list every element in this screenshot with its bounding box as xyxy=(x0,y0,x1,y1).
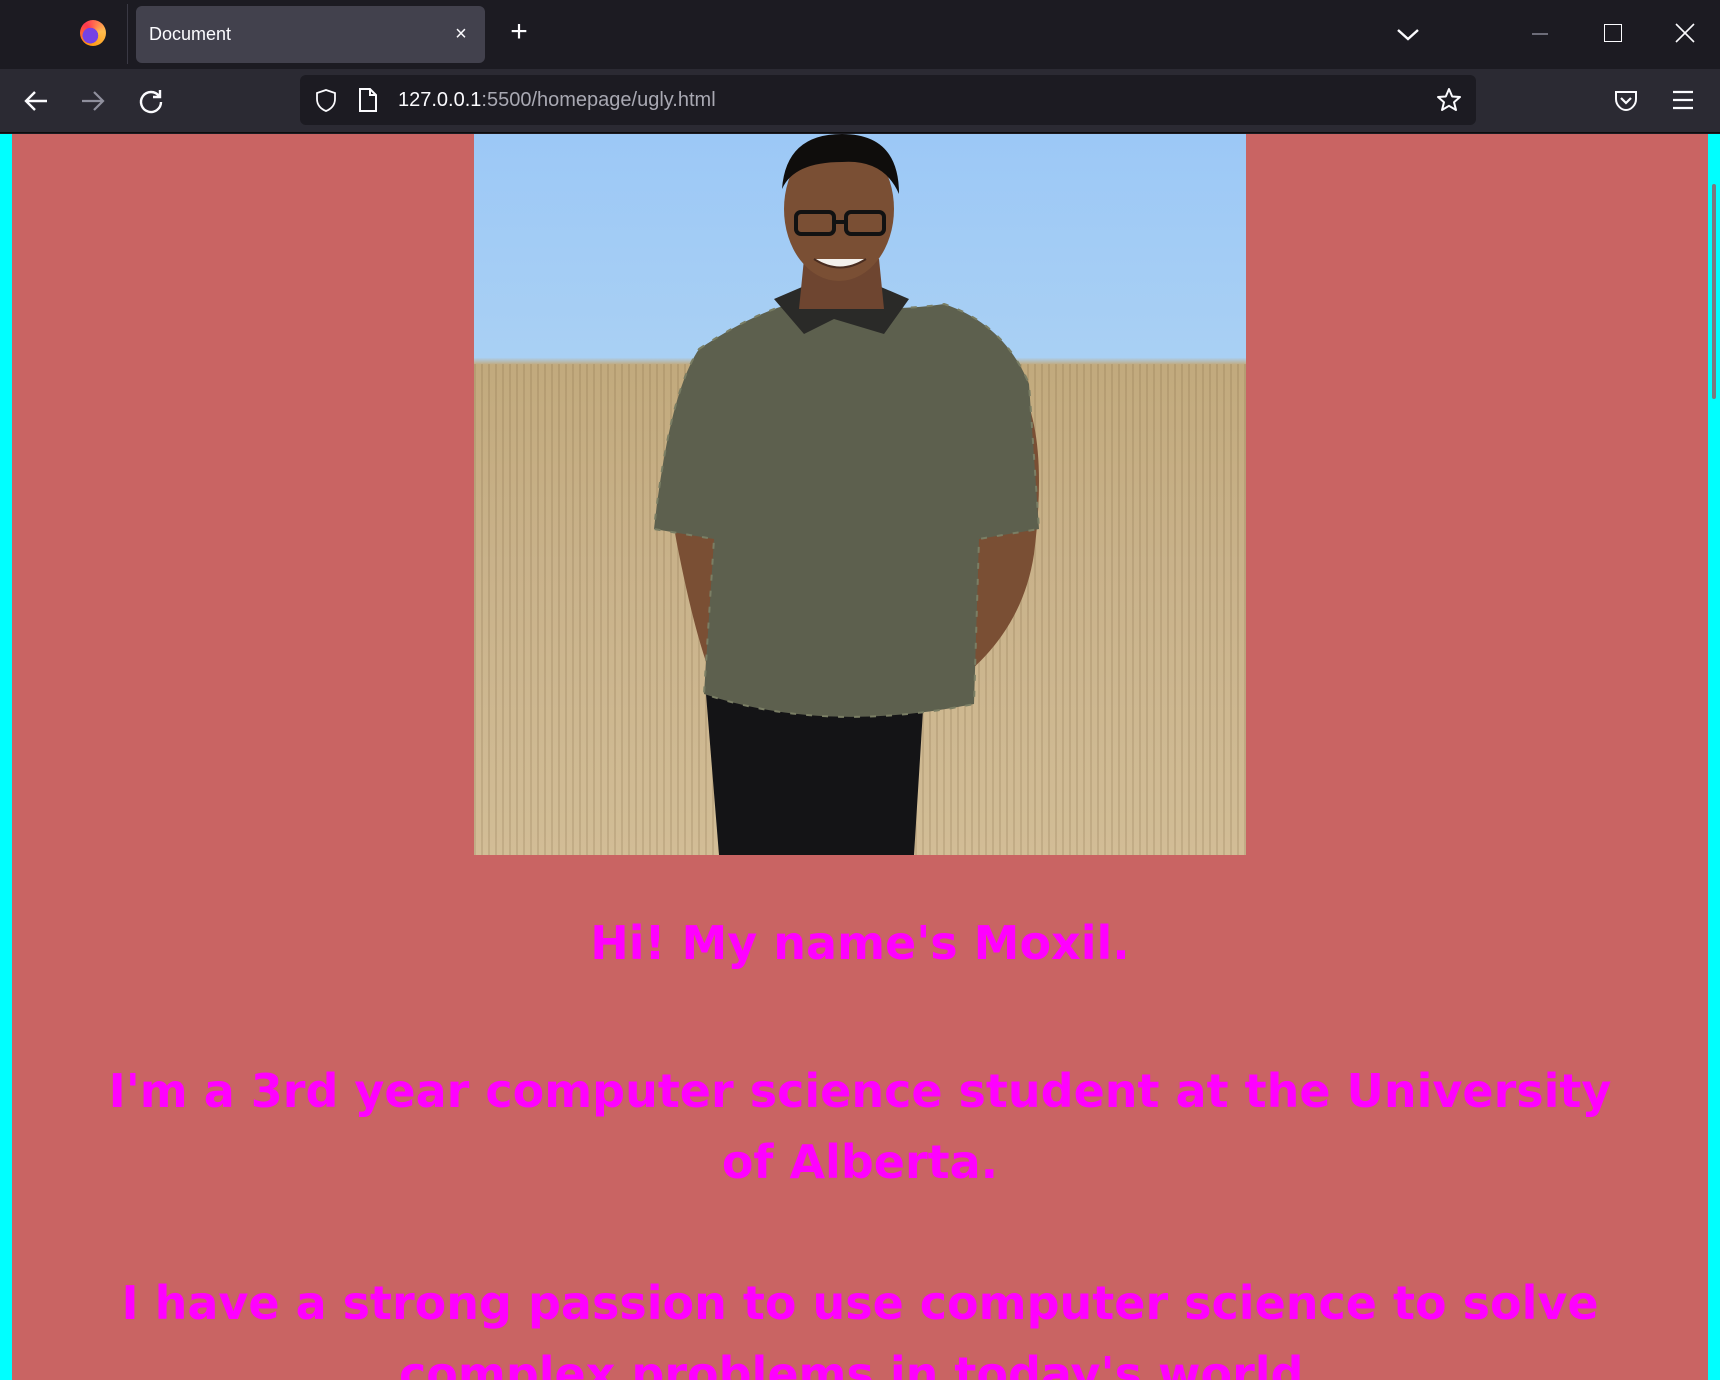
window-close-icon[interactable] xyxy=(1674,22,1696,44)
firefox-logo-icon xyxy=(80,20,106,46)
tab-document[interactable]: Document × xyxy=(136,6,485,63)
maximize-icon[interactable] xyxy=(1604,24,1622,42)
new-tab-button[interactable]: + xyxy=(506,17,532,47)
greeting-heading: Hi! My name's Moxil. xyxy=(590,916,1130,970)
page-body: Hi! My name's Moxil. I'm a 3rd year comp… xyxy=(12,134,1708,1380)
page-icon[interactable] xyxy=(357,87,379,113)
passion-paragraph: I have a strong passion to use computer … xyxy=(121,1276,1599,1380)
chevron-down-icon[interactable] xyxy=(1394,22,1422,46)
hamburger-menu-icon[interactable] xyxy=(1670,88,1696,112)
pocket-icon[interactable] xyxy=(1613,87,1639,113)
address-bar[interactable]: 127.0.0.1:5500/homepage/ugly.html xyxy=(300,75,1476,125)
close-icon[interactable]: × xyxy=(451,24,471,44)
intro-paragraph: I'm a 3rd year computer science student … xyxy=(108,1064,1612,1189)
tab-title: Document xyxy=(149,24,232,44)
shield-icon[interactable] xyxy=(314,88,338,112)
profile-photo xyxy=(474,134,1246,855)
vertical-scrollbar[interactable] xyxy=(1708,134,1720,1380)
person-figure xyxy=(652,134,1041,855)
tab-strip: Document × + xyxy=(0,0,1720,69)
url-text[interactable]: 127.0.0.1:5500/homepage/ugly.html xyxy=(398,75,716,125)
url-host: 127.0.0.1 xyxy=(398,89,482,111)
forward-arrow-icon[interactable] xyxy=(79,87,107,115)
url-path: :5500/homepage/ugly.html xyxy=(481,89,716,111)
reload-icon[interactable] xyxy=(137,87,165,115)
bookmark-star-icon[interactable] xyxy=(1436,87,1462,113)
page-viewport: Hi! My name's Moxil. I'm a 3rd year comp… xyxy=(0,134,1720,1380)
scrollbar-thumb[interactable] xyxy=(1712,184,1716,399)
navigation-toolbar: 127.0.0.1:5500/homepage/ugly.html xyxy=(0,69,1720,133)
minimize-icon[interactable] xyxy=(1530,24,1550,44)
tab-divider xyxy=(127,4,128,64)
back-arrow-icon[interactable] xyxy=(22,87,50,115)
